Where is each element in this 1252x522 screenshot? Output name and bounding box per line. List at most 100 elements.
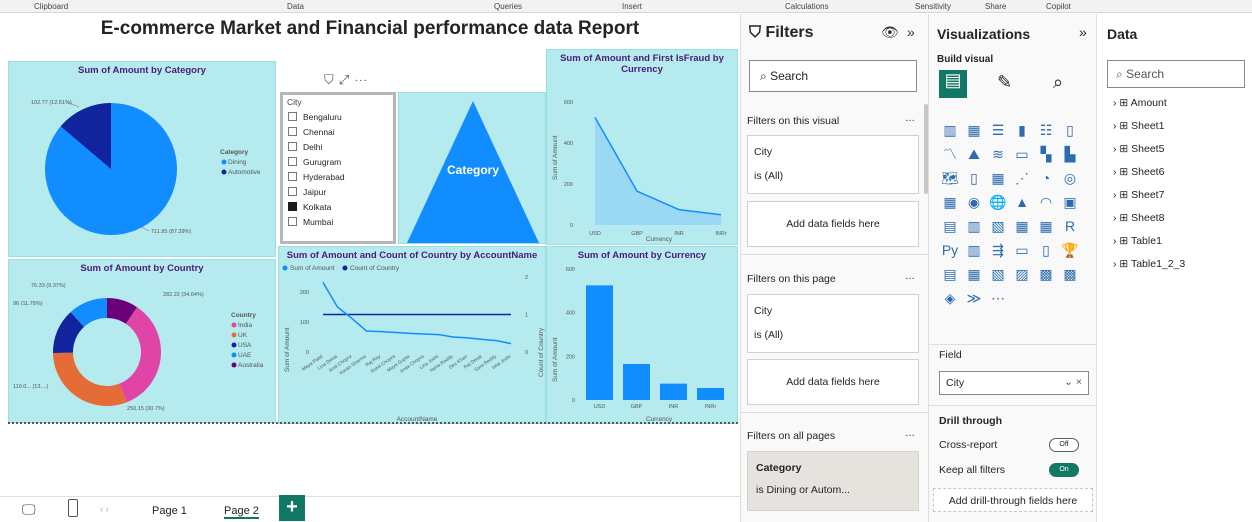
visual-type-icon[interactable]: ⇶: [987, 239, 1009, 261]
visual-type-icon[interactable]: ▨: [1011, 263, 1033, 285]
table-item[interactable]: › ⊞ Sheet1: [1113, 120, 1164, 132]
filters-search-input[interactable]: ⌕ Search: [749, 60, 917, 92]
visual-type-icon[interactable]: ▯: [1059, 119, 1081, 141]
visual-type-icon[interactable]: 〽: [939, 143, 961, 165]
visual-type-icon[interactable]: ▮: [1011, 119, 1033, 141]
visual-type-icon[interactable]: ▥: [939, 119, 961, 141]
visual-type-icon[interactable]: ▧: [987, 215, 1009, 237]
visual-type-icon[interactable]: ▯: [1035, 239, 1057, 261]
fraud-area-visual[interactable]: Sum of Amount and First IsFraud by Curre…: [546, 49, 738, 245]
visual-type-icon[interactable]: ▲: [1011, 191, 1033, 213]
checkbox[interactable]: [288, 187, 297, 196]
visual-type-icon[interactable]: ▯: [963, 167, 985, 189]
field-well-city[interactable]: City ⌄ ×: [939, 371, 1089, 395]
chevron-right-icon[interactable]: ›: [1113, 258, 1117, 270]
donut-slice-uk[interactable]: [53, 352, 127, 406]
ribbon-data[interactable]: Data: [287, 2, 304, 11]
visual-type-icon[interactable]: ⋯: [987, 287, 1009, 309]
mobile-view-icon[interactable]: [68, 499, 78, 517]
filter-card-city-page[interactable]: City is (All): [747, 294, 919, 353]
slicer-item[interactable]: Bengaluru: [283, 109, 393, 124]
bar-inrr[interactable]: [697, 387, 724, 400]
more-options-icon[interactable]: …: [905, 271, 915, 282]
visual-type-icon[interactable]: ▤: [939, 263, 961, 285]
checkbox[interactable]: [288, 217, 297, 226]
visual-type-icon[interactable]: ⛰: [963, 143, 985, 165]
visual-type-icon[interactable]: ◉: [963, 191, 985, 213]
chevron-right-icon[interactable]: ›: [1113, 189, 1117, 201]
country-donut-visual[interactable]: Sum of Amount by Country 76.33 (9.37%) 9…: [8, 259, 276, 423]
checkbox[interactable]: [288, 157, 297, 166]
visual-type-icon[interactable]: ▣: [1059, 191, 1081, 213]
checkbox[interactable]: [288, 142, 297, 151]
category-pie-visual[interactable]: Sum of Amount by Category 102.77 (12.61%…: [8, 61, 276, 257]
slicer-item[interactable]: Mumbai: [283, 214, 393, 229]
checkbox[interactable]: [288, 202, 297, 211]
bar-inr[interactable]: [660, 383, 687, 400]
visual-type-icon[interactable]: ▭: [1011, 143, 1033, 165]
add-drill-through-fields[interactable]: Add drill-through fields here: [933, 488, 1093, 512]
collapse-icon[interactable]: »: [1079, 24, 1087, 40]
visual-type-icon[interactable]: 🗺: [939, 167, 961, 189]
visual-type-icon[interactable]: ◈: [939, 287, 961, 309]
chevron-right-icon[interactable]: ›: [1113, 97, 1117, 109]
visual-type-icon[interactable]: ◠: [1035, 191, 1057, 213]
chevron-right-icon[interactable]: ›: [1113, 212, 1117, 224]
currency-bar-visual[interactable]: Sum of Amount by Currency Sum of Amount …: [546, 246, 738, 424]
cross-report-toggle[interactable]: Off: [1049, 438, 1079, 452]
ribbon-clipboard[interactable]: Clipboard: [34, 2, 68, 11]
keep-filters-toggle[interactable]: On: [1049, 463, 1079, 477]
ribbon-queries[interactable]: Queries: [494, 2, 522, 11]
visual-type-icon[interactable]: 🌐: [987, 191, 1009, 213]
chevron-right-icon[interactable]: ›: [1113, 120, 1117, 132]
visual-type-icon[interactable]: ▦: [1011, 215, 1033, 237]
visual-type-icon[interactable]: ▚: [1035, 143, 1057, 165]
table-item[interactable]: › ⊞ Table1_2_3: [1113, 258, 1185, 270]
visual-type-icon[interactable]: ▭: [1011, 239, 1033, 261]
chevron-right-icon[interactable]: ›: [1113, 235, 1117, 247]
visual-type-icon[interactable]: ▩: [1035, 263, 1057, 285]
build-visual-icon[interactable]: ▤: [939, 70, 967, 98]
slicer-item[interactable]: Hyderabad: [283, 169, 393, 184]
visual-type-icon[interactable]: ◔: [1035, 167, 1057, 189]
filter-card-category[interactable]: Category is Dining or Autom...: [747, 451, 919, 511]
table-item[interactable]: › ⊞ Sheet8: [1113, 212, 1164, 224]
ribbon-calculations[interactable]: Calculations: [785, 2, 829, 11]
table-item[interactable]: › ⊞ Sheet6: [1113, 166, 1164, 178]
slicer-item[interactable]: Chennai: [283, 124, 393, 139]
tab-page-2[interactable]: Page 2: [224, 505, 259, 519]
account-combo-visual[interactable]: Sum of Amount and Count of Country by Ac…: [278, 246, 546, 424]
city-slicer[interactable]: City Bengaluru Chennai Delhi Gurugram Hydera…: [280, 92, 396, 244]
bar-usd[interactable]: [586, 285, 613, 400]
filter-icon[interactable]: ⛉: [324, 72, 339, 87]
eye-icon[interactable]: 👁: [881, 24, 899, 41]
visual-type-icon[interactable]: ▤: [939, 215, 961, 237]
page-nav-arrows-icon[interactable]: ‹ ›: [100, 504, 109, 514]
visual-type-icon[interactable]: ⋰: [1011, 167, 1033, 189]
ribbon-insert[interactable]: Insert: [622, 2, 642, 11]
visual-type-icon[interactable]: ≫: [963, 287, 985, 309]
visual-type-icon[interactable]: ☷: [1035, 119, 1057, 141]
checkbox[interactable]: [288, 127, 297, 136]
filter-card-city[interactable]: City is (All): [747, 135, 919, 194]
visual-type-icon[interactable]: R: [1059, 215, 1081, 237]
visual-type-icon[interactable]: ▦: [939, 191, 961, 213]
visual-type-icon[interactable]: ▥: [963, 215, 985, 237]
more-options-icon[interactable]: …: [905, 113, 915, 124]
checkbox[interactable]: [288, 172, 297, 181]
visual-type-icon[interactable]: ▩: [1059, 263, 1081, 285]
ribbon-copilot[interactable]: Copilot: [1046, 2, 1071, 11]
table-item[interactable]: › ⊞ Sheet5: [1113, 143, 1164, 155]
tab-page-1[interactable]: Page 1: [152, 505, 187, 517]
visual-type-icon[interactable]: ☰: [987, 119, 1009, 141]
visual-type-icon[interactable]: ▦: [987, 167, 1009, 189]
add-page-button[interactable]: +: [279, 495, 305, 521]
slicer-item[interactable]: Gurugram: [283, 154, 393, 169]
table-item[interactable]: › ⊞ Table1: [1113, 235, 1162, 247]
focus-mode-icon[interactable]: ⤢: [339, 72, 354, 87]
visual-type-icon[interactable]: ▥: [963, 239, 985, 261]
visual-type-icon[interactable]: ▦: [963, 119, 985, 141]
category-funnel-visual[interactable]: Category: [398, 92, 546, 244]
visual-type-icon[interactable]: ≋: [987, 143, 1009, 165]
ribbon-sensitivity[interactable]: Sensitivity: [915, 2, 951, 11]
